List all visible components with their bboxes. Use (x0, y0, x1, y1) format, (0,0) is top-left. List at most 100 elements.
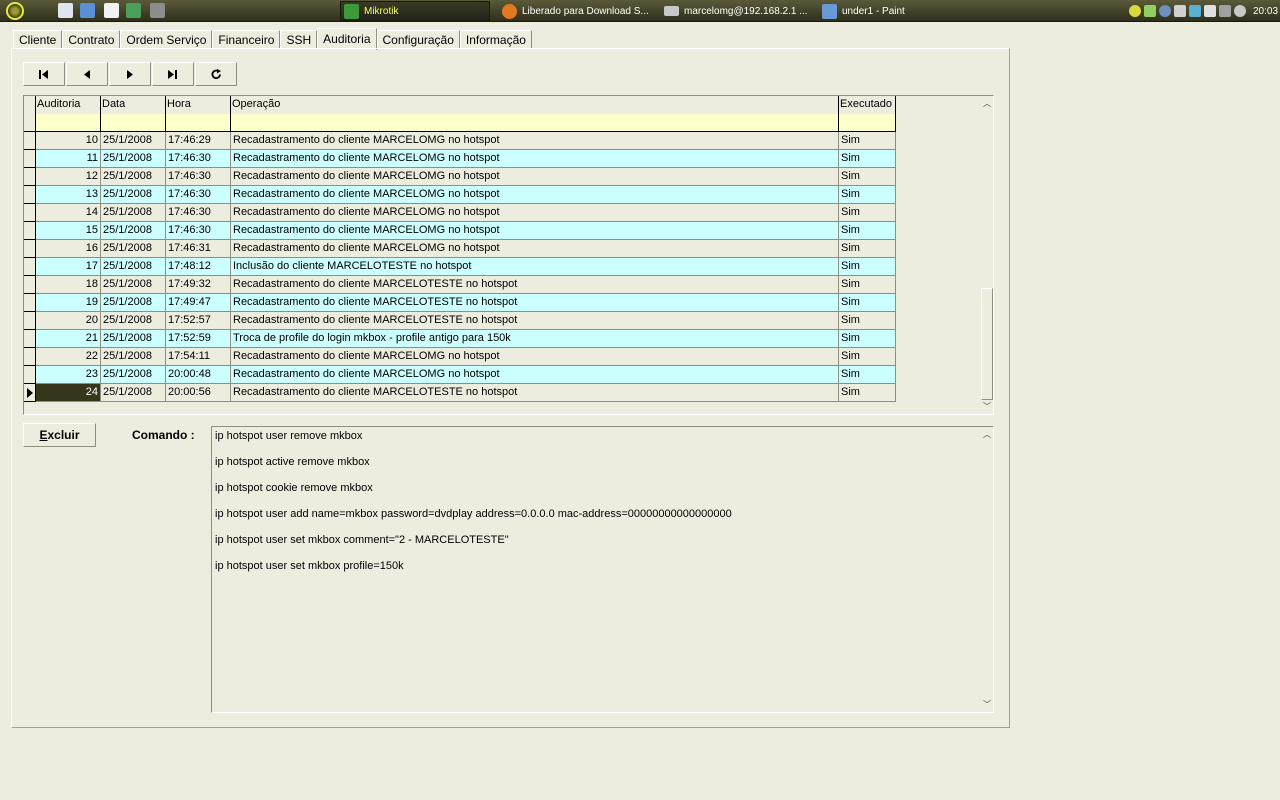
tab-financeiro[interactable]: Financeiro (212, 30, 281, 49)
tab-auditoria[interactable]: Auditoria (317, 28, 377, 50)
tools-icon[interactable] (150, 3, 165, 18)
cell-id[interactable]: 15 (36, 222, 101, 240)
row-indicator[interactable] (24, 348, 36, 366)
cell-exec[interactable]: Sim (839, 186, 896, 204)
row-indicator[interactable] (24, 150, 36, 168)
cell-id[interactable]: 17 (36, 258, 101, 276)
cell-id[interactable]: 20 (36, 312, 101, 330)
last-record-button[interactable] (152, 62, 194, 86)
column-header-hora[interactable]: Hora (166, 96, 231, 114)
cell-id[interactable]: 22 (36, 348, 101, 366)
cell-date[interactable]: 25/1/2008 (101, 222, 166, 240)
row-indicator[interactable] (24, 222, 36, 240)
table-row[interactable]: 12 25/1/2008 17:46:30 Recadastramento do cl… (24, 168, 896, 186)
cell-exec[interactable]: Sim (839, 150, 896, 168)
filter-executado[interactable] (839, 114, 896, 131)
cell-exec[interactable]: Sim (839, 276, 896, 294)
row-indicator[interactable] (24, 366, 36, 384)
cell-id[interactable]: 11 (36, 150, 101, 168)
document-icon[interactable] (104, 3, 119, 18)
tab-configuracao[interactable]: Configuração (376, 30, 460, 49)
column-header-data[interactable]: Data (101, 96, 166, 114)
table-row[interactable]: 13 25/1/2008 17:46:30 Recadastramento do cl… (24, 186, 896, 204)
cell-time[interactable]: 17:48:12 (166, 258, 231, 276)
network-icon[interactable] (1159, 5, 1171, 17)
tab-informacao[interactable]: Informação (459, 30, 532, 49)
cell-date[interactable]: 25/1/2008 (101, 186, 166, 204)
row-indicator[interactable] (24, 258, 36, 276)
cell-time[interactable]: 17:46:30 (166, 204, 231, 222)
cell-time[interactable]: 20:00:48 (166, 366, 231, 384)
scroll-down-icon[interactable]: ﹀ (981, 699, 993, 711)
grid-vertical-scrollbar[interactable]: ︿ ﹀ (981, 96, 993, 414)
file-manager-icon[interactable] (80, 3, 95, 18)
first-record-button[interactable] (23, 62, 65, 86)
cell-id[interactable]: 21 (36, 330, 101, 348)
cell-exec[interactable]: Sim (839, 222, 896, 240)
monitor-icon[interactable] (1204, 5, 1216, 17)
task-mikrotik[interactable]: Mikrotik (340, 1, 490, 21)
home-icon[interactable] (58, 3, 73, 18)
command-vertical-scrollbar[interactable]: ︿ ﹀ (981, 427, 993, 712)
cell-date[interactable]: 25/1/2008 (101, 132, 166, 150)
sync-icon[interactable] (1189, 5, 1201, 17)
row-indicator[interactable] (24, 204, 36, 222)
cell-date[interactable]: 25/1/2008 (101, 366, 166, 384)
filter-hora[interactable] (166, 114, 231, 131)
row-indicator[interactable] (24, 312, 36, 330)
column-header-executado[interactable]: Executado (839, 96, 896, 114)
cell-exec[interactable]: Sim (839, 330, 896, 348)
cell-time[interactable]: 17:46:30 (166, 150, 231, 168)
row-indicator[interactable] (24, 294, 36, 312)
comando-textarea[interactable]: ip hotspot user remove mkbox ip hotspot … (211, 426, 994, 713)
printer-icon[interactable] (1219, 5, 1231, 17)
cell-date[interactable]: 25/1/2008 (101, 276, 166, 294)
table-row[interactable]: 22 25/1/2008 17:54:11 Recadastramento do cl… (24, 348, 896, 366)
cell-time[interactable]: 17:46:30 (166, 186, 231, 204)
cell-op[interactable]: Recadastramento do cliente MARCELOMG no … (231, 222, 839, 240)
refresh-button[interactable] (195, 62, 237, 86)
device-icon[interactable] (1174, 5, 1186, 17)
cell-id[interactable]: 10 (36, 132, 101, 150)
cell-time[interactable]: 17:49:32 (166, 276, 231, 294)
task-terminal[interactable]: marcelomg@192.168.2.1 ... (664, 1, 814, 21)
cell-op[interactable]: Recadastramento do cliente MARCELOMG no … (231, 132, 839, 150)
scroll-thumb[interactable] (981, 288, 993, 400)
row-indicator[interactable] (24, 132, 36, 150)
cell-time[interactable]: 17:46:30 (166, 168, 231, 186)
table-row[interactable]: 15 25/1/2008 17:46:30 Recadastramento do cl… (24, 222, 896, 240)
cell-exec[interactable]: Sim (839, 258, 896, 276)
cell-op[interactable]: Recadastramento do cliente MARCELOMG no … (231, 348, 839, 366)
row-indicator[interactable] (24, 330, 36, 348)
cell-op[interactable]: Recadastramento do cliente MARCELOTESTE … (231, 294, 839, 312)
cell-date[interactable]: 25/1/2008 (101, 384, 166, 402)
excluir-button[interactable]: Excluir (23, 423, 96, 447)
next-record-button[interactable] (109, 62, 151, 86)
row-indicator[interactable] (24, 168, 36, 186)
audit-grid[interactable]: Auditoria Data Hora Operação Executado 1… (23, 95, 994, 415)
cell-op[interactable]: Recadastramento do cliente MARCELOMG no … (231, 150, 839, 168)
cell-date[interactable]: 25/1/2008 (101, 150, 166, 168)
task-firefox[interactable]: Liberado para Download S... (502, 1, 652, 21)
table-row[interactable]: 18 25/1/2008 17:49:32 Recadastramento do cl… (24, 276, 896, 294)
cell-date[interactable]: 25/1/2008 (101, 240, 166, 258)
cell-op[interactable]: Recadastramento do cliente MARCELOTESTE … (231, 276, 839, 294)
table-row[interactable]: 24 25/1/2008 20:00:56 Recadastramento do cl… (24, 384, 896, 402)
scroll-up-icon[interactable]: ︿ (981, 98, 993, 110)
wifi-icon[interactable] (1144, 5, 1156, 17)
cell-op[interactable]: Recadastramento do cliente MARCELOTESTE … (231, 312, 839, 330)
table-row[interactable]: 10 25/1/2008 17:46:29 Recadastramento do cl… (24, 132, 896, 150)
task-paint[interactable]: under1 - Paint (822, 1, 972, 21)
filter-data[interactable] (101, 114, 166, 131)
cell-time[interactable]: 17:52:59 (166, 330, 231, 348)
table-row[interactable]: 21 25/1/2008 17:52:59 Troca de profile do … (24, 330, 896, 348)
cell-time[interactable]: 17:52:57 (166, 312, 231, 330)
row-indicator[interactable] (24, 240, 36, 258)
cell-id[interactable]: 18 (36, 276, 101, 294)
cell-exec[interactable]: Sim (839, 204, 896, 222)
table-row[interactable]: 23 25/1/2008 20:00:48 Recadastramento do cl… (24, 366, 896, 384)
table-row[interactable]: 16 25/1/2008 17:46:31 Recadastramento do cl… (24, 240, 896, 258)
cell-date[interactable]: 25/1/2008 (101, 204, 166, 222)
filter-auditoria[interactable] (36, 114, 101, 131)
cell-id[interactable]: 14 (36, 204, 101, 222)
